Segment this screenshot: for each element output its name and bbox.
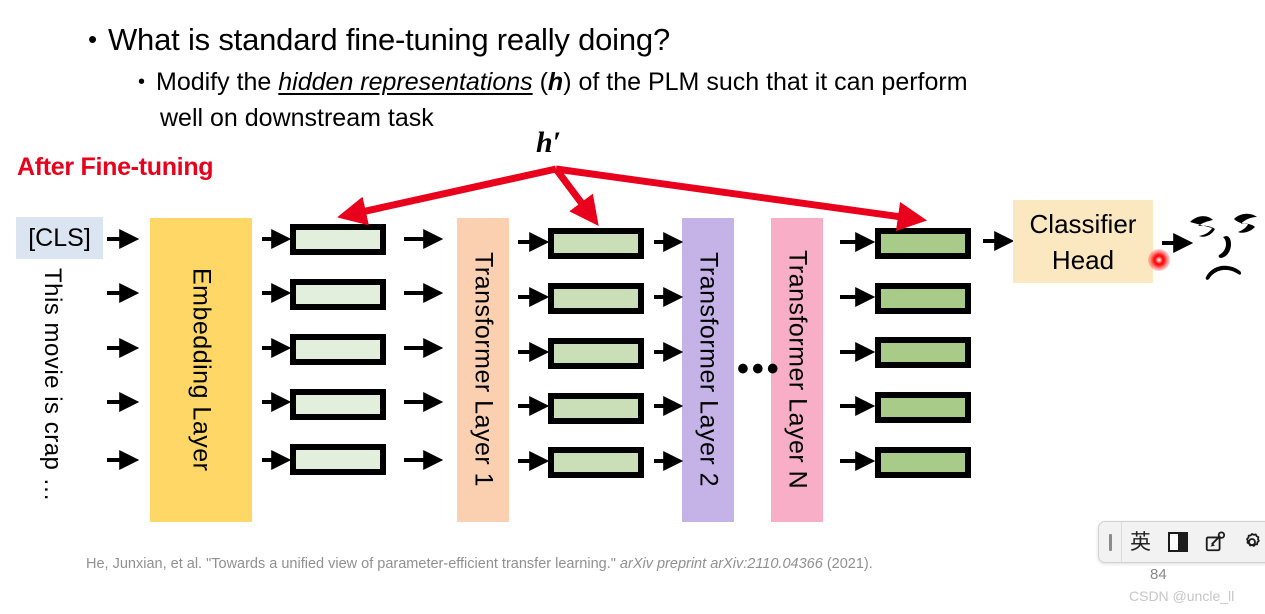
english-mode-icon: 英 xyxy=(1130,529,1151,554)
ime-settings-button[interactable] xyxy=(1233,522,1265,562)
classifier-head-line-2: Head xyxy=(1051,244,1115,275)
hidden-state-box xyxy=(290,444,386,475)
hidden-state-box xyxy=(875,337,971,368)
transformer-layer-2-block: Transformer Layer 2 xyxy=(682,218,734,522)
halfwidth-icon xyxy=(1167,532,1188,552)
transformer-layer-n-label: Transformer Layer N xyxy=(783,250,812,490)
input-sentence-vertical: This movie is crap … xyxy=(39,268,66,503)
ime-width-mode-button[interactable] xyxy=(1159,522,1196,562)
arrows-layern-to-h3 xyxy=(840,232,876,471)
hidden-state-box xyxy=(875,392,971,423)
hidden-state-box xyxy=(290,334,386,365)
ime-toolbar[interactable]: 英 xyxy=(1098,521,1265,563)
citation-text: He, Junxian, et al. "Towards a unified v… xyxy=(86,554,876,574)
slide-page-number: 84 xyxy=(1150,566,1167,583)
transformer-layer-1-label: Transformer Layer 1 xyxy=(469,252,498,488)
embedding-layer-label: Embedding Layer xyxy=(187,268,216,472)
hidden-state-box xyxy=(548,447,644,478)
bullet-level-2-suffix: ) of the PLM such that it can perform xyxy=(563,68,968,96)
drag-handle-bar xyxy=(1108,533,1112,551)
h-prime-arrow-right xyxy=(555,165,928,232)
classifier-head-block: Classifier Head xyxy=(1013,200,1153,283)
sad-face-icon xyxy=(1190,213,1257,280)
cls-token-label: [CLS] xyxy=(28,223,91,252)
transformer-layer-1-block: Transformer Layer 1 xyxy=(457,218,509,522)
hidden-state-box xyxy=(290,224,386,255)
arrows-layer1-to-h2 xyxy=(518,232,550,471)
h-prime-arrow-left xyxy=(337,165,557,226)
layer-ellipsis: ••• xyxy=(737,350,782,388)
bullet-level-2-paren-open: ( xyxy=(532,68,548,96)
bullet-level-2: • Modify the hidden representations (h) o… xyxy=(138,64,1198,100)
h-prime-arrow-middle xyxy=(553,166,599,226)
citation-venue: arXiv preprint xyxy=(619,556,707,572)
hidden-state-box xyxy=(290,389,386,420)
hidden-state-box xyxy=(548,338,644,369)
hidden-state-box xyxy=(548,393,644,424)
h-prime-pointer-arrows xyxy=(337,165,928,232)
csdn-watermark: CSDN @uncle_ll xyxy=(1129,588,1235,604)
pen-notepad-icon xyxy=(1205,531,1225,552)
h-prime-label: h′ xyxy=(536,126,562,159)
citation-authors: He, Junxian, et al. xyxy=(86,556,203,572)
ime-drag-handle[interactable] xyxy=(1099,522,1122,562)
transformer-layer-2-label: Transformer Layer 2 xyxy=(694,252,723,488)
hidden-state-box xyxy=(548,283,644,314)
citation-identifier: arXiv:2110.04366 xyxy=(710,556,823,572)
gear-icon xyxy=(1245,533,1260,547)
arrows-h1-to-layer1 xyxy=(404,229,444,470)
hidden-state-box xyxy=(548,228,644,259)
classifier-head-line-1: Classifier xyxy=(1029,208,1137,239)
citation-title: "Towards a unified view of parameter-eff… xyxy=(206,556,616,572)
hidden-representations-emphasis: hidden representations xyxy=(278,68,533,96)
bullet-level-2-line-2: well on downstream task xyxy=(160,104,434,132)
bullet-dot: • xyxy=(88,24,97,54)
bullet-level-1: • What is standard fine-tuning really doi… xyxy=(88,18,670,61)
arrows-embedding-to-h1 xyxy=(262,229,292,470)
laser-pointer-dot xyxy=(1148,249,1170,271)
ime-tools-button[interactable] xyxy=(1196,522,1233,562)
arrows-input-to-embedding xyxy=(107,229,140,470)
after-fine-tuning-label: After Fine-tuning xyxy=(17,153,214,181)
hidden-state-box xyxy=(875,447,971,478)
embedding-layer-block: Embedding Layer xyxy=(150,218,252,522)
hidden-state-box xyxy=(290,279,386,310)
hidden-state-box xyxy=(875,283,971,314)
ime-language-mode-button[interactable]: 英 xyxy=(1122,522,1159,562)
h-symbol: h xyxy=(547,68,564,96)
bullet-dot: • xyxy=(138,71,146,93)
arrows-h2-to-layer2 xyxy=(654,232,684,471)
bullet-level-1-text: What is standard fine-tuning really doin… xyxy=(108,22,670,57)
hidden-state-box xyxy=(875,228,971,259)
citation-year: (2021). xyxy=(826,556,873,572)
cls-token-box: [CLS] xyxy=(16,217,103,259)
bullet-level-2-prefix: Modify the xyxy=(156,68,279,96)
